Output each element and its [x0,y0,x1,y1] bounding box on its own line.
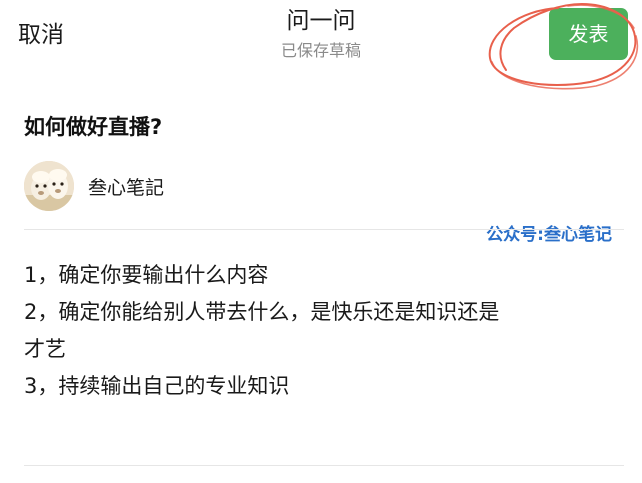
page-title: 问一问 [286,8,356,34]
answer-line: 1，确定你要输出什么内容 [24,263,269,287]
answer-line: 3，持续输出自己的专业知识 [24,374,290,398]
divider [24,465,624,466]
publish-button[interactable]: 发表 [549,8,628,60]
draft-status: 已保存草稿 [280,41,361,60]
cancel-button[interactable]: 取消 [18,20,64,50]
answer-line: 才艺 [24,337,66,361]
author-name[interactable]: 叁心笔記 [88,173,164,200]
alpaca-avatar-icon[interactable] [24,161,74,211]
answer-line: 2，确定你能给别人带去什么，是快乐还是知识还是 [24,300,500,324]
divider [24,229,624,230]
top-bar: 取消 问一问 已保存草稿 发表 [0,0,642,90]
watermark-text: 公众号:叁心笔记 [486,225,612,245]
author-row: 叁心笔記 [24,160,164,212]
answer-body[interactable]: 1，确定你要输出什么内容 2，确定你能给别人带去什么，是快乐还是知识还是 才艺 … [24,257,624,405]
header-title-group: 问一问 已保存草稿 [221,6,421,62]
question-title: 如何做好直播? [24,115,163,139]
